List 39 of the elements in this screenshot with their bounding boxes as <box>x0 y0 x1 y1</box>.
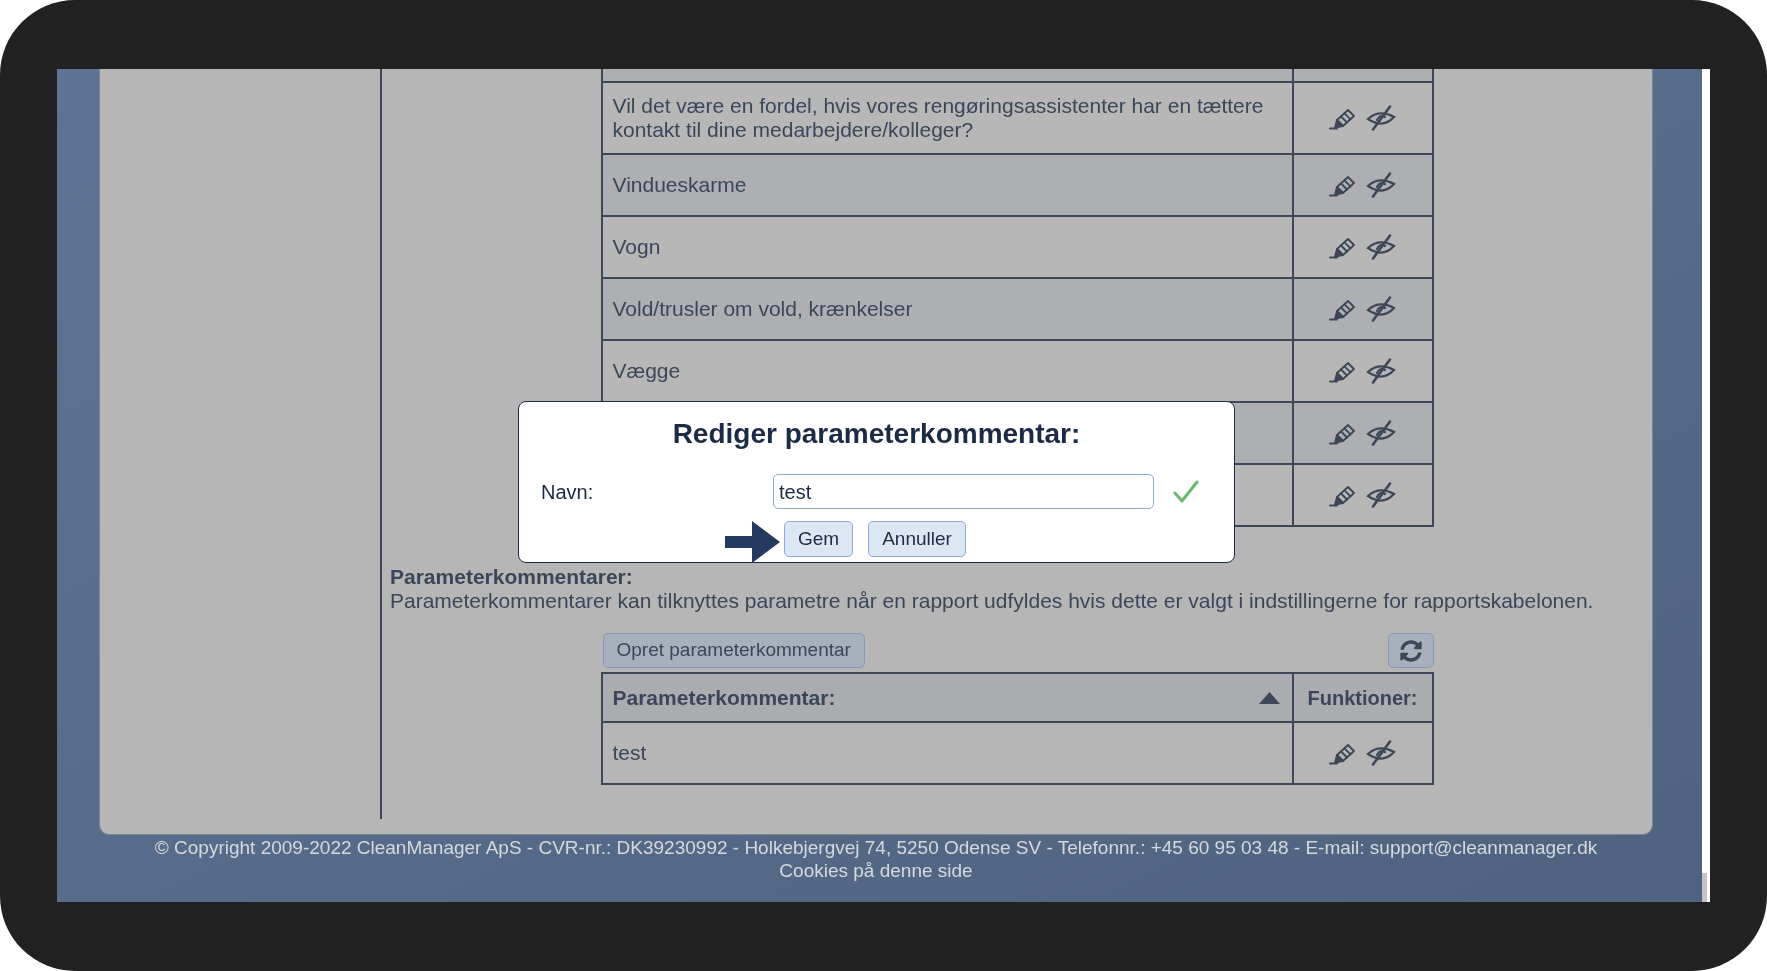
save-button[interactable]: Gem <box>784 521 854 557</box>
section-heading: Parameterkommentarer: <box>390 565 634 589</box>
table-cell: Vold/trusler om vold, krænkelser <box>602 279 1294 341</box>
scrollbar[interactable] <box>1702 69 1710 902</box>
pencil-icon[interactable] <box>1329 483 1356 507</box>
refresh-icon <box>1399 639 1422 662</box>
column-header: Funktioner: <box>1293 674 1432 723</box>
section-description: Parameterkommentarer kan tilknyttes parametre når en rapport udfyldes hvis dette er valgt i indstillingerne for rapportskabelonen. <box>390 589 1595 613</box>
eye-slash-icon[interactable] <box>1366 296 1396 322</box>
arrow-icon <box>725 521 780 563</box>
pencil-icon[interactable] <box>1329 421 1356 445</box>
pencil-icon[interactable] <box>1329 297 1356 321</box>
scrollbar-thumb[interactable] <box>1702 873 1707 902</box>
column-header-label: Parameterkommentar: <box>612 684 836 711</box>
eye-slash-icon[interactable] <box>1366 358 1396 384</box>
eye-slash-icon[interactable] <box>1366 105 1396 131</box>
table-cell: Vil det være en fordel, hvis vores rengøringsassistenter har en tættere kontakt til dine medarbejdere/kolleger? <box>602 83 1294 155</box>
cancel-button[interactable]: Annuller <box>868 521 966 557</box>
table-cell: Vogn <box>602 217 1294 279</box>
create-button[interactable]: Opret parameterkommentar <box>602 633 865 668</box>
dialog-title: Rediger parameterkommentar: <box>671 418 1082 450</box>
eye-slash-icon[interactable] <box>1366 172 1396 198</box>
eye-slash-icon[interactable] <box>1366 234 1396 260</box>
field-label: Navn: <box>541 479 595 505</box>
pencil-icon[interactable] <box>1329 741 1356 765</box>
cookies-link[interactable]: Cookies på denne side <box>779 859 973 882</box>
refresh-button[interactable] <box>1387 633 1434 668</box>
column-header[interactable]: Parameterkommentar: <box>602 674 1294 723</box>
eye-slash-icon[interactable] <box>1366 420 1396 446</box>
copyright-text: © Copyright 2009-2022 CleanManager ApS - CVR-nr.: DK39230992 - Holkebjergvej 74, 5250 Odense SV - Telefonnr.: +45 60 95 03 48 - E-mail: support@cleanmanager.dk <box>154 836 1598 859</box>
name-input[interactable]: test <box>773 474 1154 509</box>
table-cell: Vindueskarme <box>602 155 1294 217</box>
pencil-icon[interactable] <box>1329 173 1356 197</box>
pencil-icon[interactable] <box>1329 106 1356 130</box>
sort-up-icon[interactable] <box>1258 691 1280 704</box>
eye-slash-icon[interactable] <box>1366 740 1396 766</box>
eye-slash-icon[interactable] <box>1366 482 1396 508</box>
pencil-icon[interactable] <box>1329 235 1356 259</box>
pencil-icon[interactable] <box>1329 359 1356 383</box>
